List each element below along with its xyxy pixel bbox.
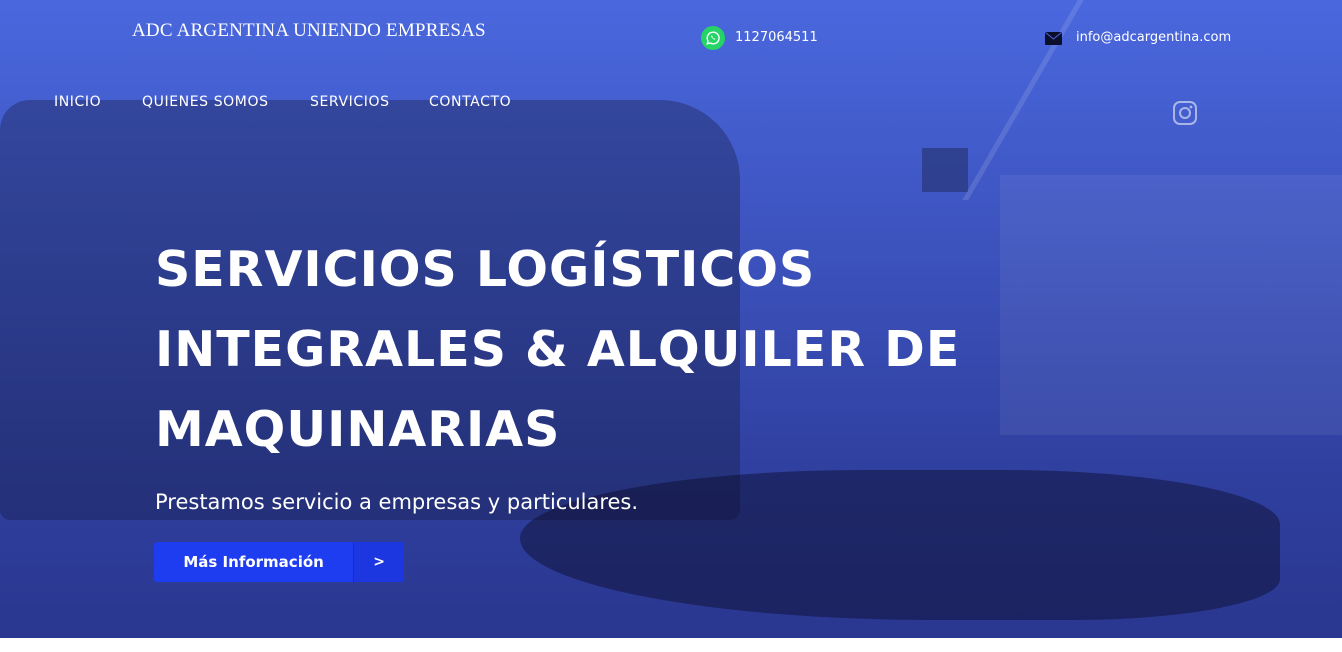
whatsapp-icon[interactable]	[701, 26, 725, 50]
phone-number[interactable]: 1127064511	[735, 30, 818, 45]
headline-line-2: INTEGRALES & ALQUILER DE	[155, 321, 961, 378]
hero-section: ADC ARGENTINA UNIENDO EMPRESAS 112706451…	[0, 0, 1342, 638]
background-sign-shape	[922, 148, 968, 192]
envelope-icon	[1045, 30, 1062, 49]
email-address[interactable]: info@adcargentina.com	[1076, 30, 1231, 45]
headline-line-1: SERVICIOS LOGÍSTICOS	[155, 241, 816, 298]
instagram-icon[interactable]	[1172, 100, 1198, 130]
background-building-shape	[1000, 175, 1342, 435]
headline-line-3: MAQUINARIAS	[155, 401, 561, 458]
cta-label[interactable]: Más Información	[154, 542, 353, 582]
site-title[interactable]: ADC ARGENTINA UNIENDO EMPRESAS	[132, 20, 486, 42]
cta-arrow-icon[interactable]: >	[353, 542, 404, 582]
nav-item-servicios[interactable]: SERVICIOS	[310, 94, 390, 110]
nav-item-contacto[interactable]: CONTACTO	[429, 94, 511, 110]
hero-headline: SERVICIOS LOGÍSTICOS INTEGRALES & ALQUIL…	[155, 230, 1015, 470]
hero-subtitle: Prestamos servicio a empresas y particul…	[155, 490, 639, 514]
nav-item-quienes-somos[interactable]: QUIENES SOMOS	[142, 94, 269, 110]
mas-informacion-button[interactable]: Más Información >	[154, 542, 404, 582]
nav-item-inicio[interactable]: INICIO	[54, 94, 101, 110]
